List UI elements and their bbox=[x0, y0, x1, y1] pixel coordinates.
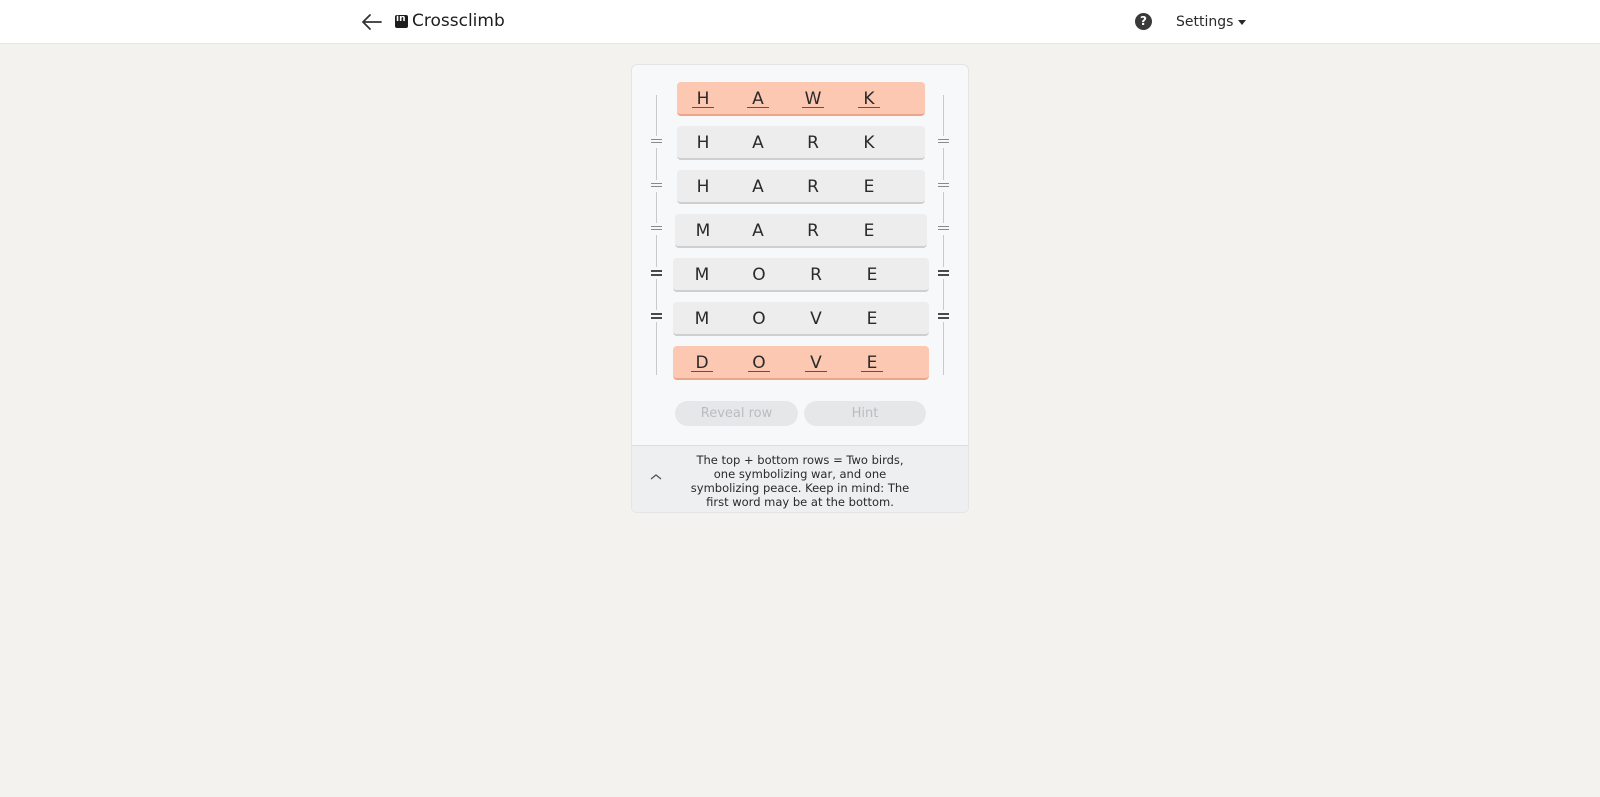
ladder-letter: K bbox=[858, 82, 880, 116]
rail-segment bbox=[943, 235, 944, 267]
drag-handle-icon[interactable] bbox=[651, 226, 662, 232]
top-bar: in Crosscli​mb ? Settings bbox=[0, 0, 1600, 44]
rail-segment bbox=[656, 322, 657, 375]
ladder-letter: R bbox=[807, 177, 819, 197]
rail-segment bbox=[656, 279, 657, 310]
ladder-letter: A bbox=[747, 82, 769, 116]
drag-handle-icon[interactable] bbox=[651, 270, 662, 278]
drag-handle-icon[interactable] bbox=[938, 139, 949, 145]
caret-down-icon bbox=[1238, 19, 1247, 25]
left-drag-rail bbox=[651, 95, 662, 375]
drag-handle-icon[interactable] bbox=[651, 139, 662, 145]
rail-segment bbox=[656, 148, 657, 180]
settings-label: Settings bbox=[1176, 14, 1234, 30]
ladder-letter: O bbox=[752, 309, 766, 329]
ladder-row[interactable]: HAWK bbox=[677, 82, 925, 116]
ladder-letter: V bbox=[805, 346, 827, 380]
rail-segment bbox=[943, 279, 944, 310]
drag-handle-icon[interactable] bbox=[938, 183, 949, 189]
puzzle-card: HAWKHARKHAREMAREMOREMOVEDOVE Reveal row … bbox=[631, 64, 969, 513]
ladder-row[interactable]: MOVE bbox=[673, 302, 929, 336]
ladder-letter: D bbox=[691, 346, 713, 380]
ladder-letter: E bbox=[863, 221, 875, 241]
back-arrow-icon[interactable] bbox=[361, 12, 383, 32]
ladder-row[interactable]: HARK bbox=[677, 126, 925, 160]
rail-segment bbox=[943, 148, 944, 180]
rail-segment bbox=[943, 95, 944, 136]
linkedin-logo-icon: in bbox=[395, 13, 408, 28]
reveal-row-button[interactable]: Reveal row bbox=[675, 401, 798, 426]
clue-panel: The top + bottom rows = Two birds, one s… bbox=[632, 445, 968, 512]
rail-segment bbox=[656, 192, 657, 223]
ladder-letter: O bbox=[748, 346, 770, 380]
ladder-letter: R bbox=[810, 265, 822, 285]
logo-text: in bbox=[396, 13, 406, 24]
ladder-letter: E bbox=[861, 346, 883, 380]
rail-segment bbox=[656, 95, 657, 136]
ladder-letter: V bbox=[810, 309, 822, 329]
drag-handle-icon[interactable] bbox=[938, 226, 949, 232]
ladder-letter: O bbox=[752, 265, 766, 285]
page-title: Crosscli​mb bbox=[412, 11, 505, 31]
ladder-letter: E bbox=[863, 177, 875, 197]
drag-handle-icon[interactable] bbox=[651, 313, 662, 321]
ladder-letter: A bbox=[752, 133, 764, 153]
brand: in Crosscli​mb bbox=[395, 11, 505, 31]
drag-handle-icon[interactable] bbox=[938, 313, 949, 321]
drag-handle-icon[interactable] bbox=[938, 270, 949, 278]
ladder-letter: H bbox=[692, 82, 714, 116]
ladder-letter: E bbox=[866, 265, 878, 285]
hint-button[interactable]: Hint bbox=[804, 401, 926, 426]
ladder-row[interactable]: HARE bbox=[677, 170, 925, 204]
ladder-letter: M bbox=[694, 265, 710, 285]
ladder-row[interactable]: MORE bbox=[673, 258, 929, 292]
ladder-letter: W bbox=[802, 82, 824, 116]
ladder-row[interactable]: D O VE bbox=[673, 346, 929, 380]
ladder-letter: E bbox=[866, 309, 878, 329]
ladder-letter: K bbox=[863, 133, 875, 153]
ladder-letter: M bbox=[694, 309, 710, 329]
rail-segment bbox=[656, 235, 657, 267]
ladder-letter: A bbox=[752, 221, 764, 241]
ladder-letter: M bbox=[695, 221, 711, 241]
chevron-up-icon[interactable] bbox=[650, 471, 662, 483]
help-icon[interactable]: ? bbox=[1135, 13, 1152, 30]
ladder-letter: H bbox=[696, 133, 710, 153]
right-drag-rail bbox=[938, 95, 949, 375]
ladder-letter: H bbox=[696, 177, 710, 197]
ladder-letter: R bbox=[807, 133, 819, 153]
rail-segment bbox=[943, 322, 944, 375]
settings-dropdown[interactable]: Settings bbox=[1176, 14, 1247, 30]
rail-segment bbox=[943, 192, 944, 223]
ladder-row[interactable]: MARE bbox=[675, 214, 927, 248]
ladder-letter: A bbox=[752, 177, 764, 197]
clue-text: The top + bottom rows = Two birds, one s… bbox=[690, 453, 910, 509]
drag-handle-icon[interactable] bbox=[651, 183, 662, 189]
ladder-letter: R bbox=[807, 221, 819, 241]
